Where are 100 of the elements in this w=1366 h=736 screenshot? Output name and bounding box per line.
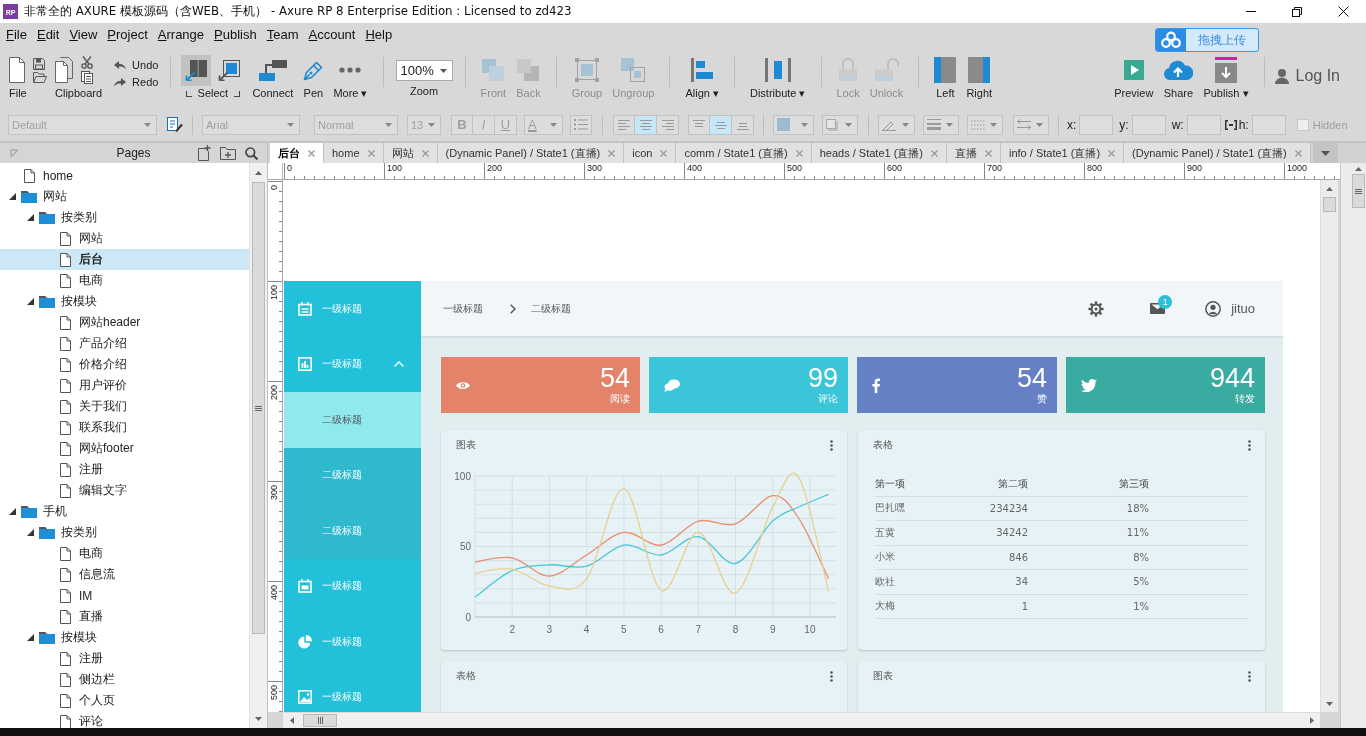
tree-item[interactable]: home bbox=[0, 165, 249, 186]
tree-item[interactable]: 侧边栏 bbox=[0, 669, 249, 690]
expanded-triangle-icon[interactable] bbox=[26, 634, 34, 641]
expanded-triangle-icon[interactable] bbox=[8, 508, 16, 515]
undo-button[interactable]: Undo bbox=[114, 58, 159, 72]
folder-icon[interactable] bbox=[33, 71, 47, 83]
scrollbar-thumb[interactable] bbox=[303, 714, 337, 727]
menu-item[interactable]: Account bbox=[303, 23, 361, 46]
tree-item[interactable]: 按类别 bbox=[0, 522, 249, 543]
pen-button[interactable]: Pen bbox=[298, 55, 329, 100]
add-page-icon[interactable] bbox=[198, 145, 211, 161]
menu-item[interactable]: Project bbox=[102, 23, 153, 46]
save-icon[interactable] bbox=[33, 57, 45, 70]
tree-item[interactable]: 按类别 bbox=[0, 207, 249, 228]
scrollbar-thumb[interactable] bbox=[1351, 174, 1365, 208]
tree-item[interactable]: 电商 bbox=[0, 270, 249, 291]
connect-button[interactable]: Connect bbox=[247, 55, 299, 100]
tree-item[interactable]: 注册 bbox=[0, 648, 249, 669]
tab[interactable]: icon bbox=[624, 143, 677, 163]
align-button[interactable]: Align ▾ bbox=[680, 55, 724, 100]
scroll-up-icon[interactable] bbox=[1354, 167, 1362, 171]
more-button[interactable]: More ▾ bbox=[328, 55, 373, 100]
menu-item[interactable]: Edit bbox=[31, 23, 65, 46]
menu-item[interactable]: View bbox=[64, 23, 103, 46]
tree-item[interactable]: 关于我们 bbox=[0, 396, 249, 417]
tree-item[interactable]: 网站 bbox=[0, 186, 249, 207]
tab[interactable]: 网站 bbox=[383, 143, 438, 163]
document-icon[interactable] bbox=[9, 57, 25, 83]
tree-item[interactable]: 注册 bbox=[0, 459, 249, 480]
tab[interactable]: comm / State1 (直播) bbox=[676, 143, 812, 163]
publish-button[interactable]: Publish ▾ bbox=[1198, 55, 1254, 100]
selection-mode-button[interactable] bbox=[181, 55, 212, 86]
breadcrumb-link[interactable]: 一级标题 bbox=[443, 301, 483, 316]
tree-item[interactable]: 按模块 bbox=[0, 291, 249, 312]
menu-item[interactable]: File bbox=[1, 23, 32, 46]
tab[interactable]: (Dynamic Panel) / State1 (直播) bbox=[1124, 143, 1311, 163]
scroll-right-icon[interactable] bbox=[1309, 717, 1314, 724]
tree-item[interactable]: 编辑文字 bbox=[0, 480, 249, 501]
scrollbar-thumb[interactable] bbox=[1323, 197, 1336, 212]
search-icon[interactable] bbox=[245, 146, 258, 160]
paste-icon[interactable] bbox=[55, 57, 73, 83]
scroll-left-icon[interactable] bbox=[289, 717, 294, 724]
tree-item[interactable]: 信息流 bbox=[0, 564, 249, 585]
menu-item[interactable]: Team bbox=[261, 23, 304, 46]
scrollbar-thumb[interactable] bbox=[252, 182, 265, 634]
tree-item[interactable]: 后台 bbox=[0, 249, 249, 270]
tree-item[interactable]: 电商 bbox=[0, 543, 249, 564]
more-vertical-icon[interactable] bbox=[830, 670, 833, 682]
tree-item[interactable]: 网站footer bbox=[0, 438, 249, 459]
more-vertical-icon[interactable] bbox=[1248, 670, 1251, 682]
right-button[interactable]: Right bbox=[961, 55, 998, 100]
page-icon bbox=[59, 273, 71, 288]
close-icon[interactable] bbox=[308, 149, 315, 157]
tree-item[interactable]: IM bbox=[0, 585, 249, 606]
menu-item[interactable]: Publish bbox=[209, 23, 262, 46]
zoom-dropdown[interactable]: 100% bbox=[395, 60, 453, 81]
tree-item[interactable]: 按模块 bbox=[0, 627, 249, 648]
left-button[interactable]: Left bbox=[929, 55, 962, 100]
tab[interactable]: 后台 bbox=[270, 143, 324, 163]
share-button[interactable]: Share bbox=[1158, 55, 1199, 100]
tree-item[interactable]: 网站header bbox=[0, 312, 249, 333]
tree-item[interactable]: 网站 bbox=[0, 228, 249, 249]
copy-icon[interactable] bbox=[81, 71, 93, 84]
tab[interactable]: home bbox=[324, 143, 384, 163]
sidebar-submenu-item[interactable]: 二级标题 bbox=[284, 392, 421, 448]
add-folder-icon[interactable] bbox=[220, 146, 236, 160]
expanded-triangle-icon[interactable] bbox=[26, 298, 34, 305]
tree-item[interactable]: 联系我们 bbox=[0, 417, 249, 438]
distribute-button[interactable]: Distribute ▾ bbox=[744, 55, 811, 100]
menu-item[interactable]: Help bbox=[360, 23, 398, 46]
scroll-down-icon[interactable] bbox=[255, 716, 262, 721]
tree-item[interactable]: 直播 bbox=[0, 606, 249, 627]
scroll-up-icon[interactable] bbox=[255, 170, 262, 175]
tree-item[interactable]: 价格介绍 bbox=[0, 354, 249, 375]
preview-button[interactable]: Preview bbox=[1109, 55, 1159, 100]
menu-item[interactable]: Arrange bbox=[152, 23, 210, 46]
more-vertical-icon[interactable] bbox=[830, 439, 833, 451]
expanded-triangle-icon[interactable] bbox=[8, 193, 16, 200]
tab[interactable]: (Dynamic Panel) / State1 (直播) bbox=[437, 143, 625, 163]
redo-button[interactable]: Redo bbox=[114, 75, 159, 89]
expanded-triangle-icon[interactable] bbox=[26, 529, 34, 536]
scissors-icon[interactable] bbox=[81, 56, 93, 69]
more-vertical-icon[interactable] bbox=[1248, 439, 1251, 451]
settings-icon[interactable] bbox=[1088, 300, 1105, 317]
log-in-button[interactable]: Log In bbox=[1274, 67, 1340, 85]
tab-list-button[interactable] bbox=[1313, 143, 1338, 163]
tab[interactable]: 直播 bbox=[947, 143, 1001, 163]
expanded-triangle-icon[interactable] bbox=[26, 214, 34, 221]
scroll-down-icon[interactable] bbox=[1326, 701, 1333, 706]
panel-left-icon bbox=[934, 57, 957, 83]
user-avatar-icon[interactable] bbox=[1205, 300, 1222, 317]
tab[interactable]: info / State1 (直播) bbox=[1001, 143, 1125, 163]
tree-item[interactable]: 个人页 bbox=[0, 690, 249, 711]
scroll-up-icon[interactable] bbox=[1326, 186, 1333, 191]
tree-item[interactable]: 评论 bbox=[0, 711, 249, 728]
tree-item[interactable]: 手机 bbox=[0, 501, 249, 522]
redo-icon bbox=[114, 77, 127, 87]
tree-item[interactable]: 用户评价 bbox=[0, 375, 249, 396]
tab[interactable]: heads / State1 (直播) bbox=[811, 143, 947, 163]
tree-item[interactable]: 产品介绍 bbox=[0, 333, 249, 354]
